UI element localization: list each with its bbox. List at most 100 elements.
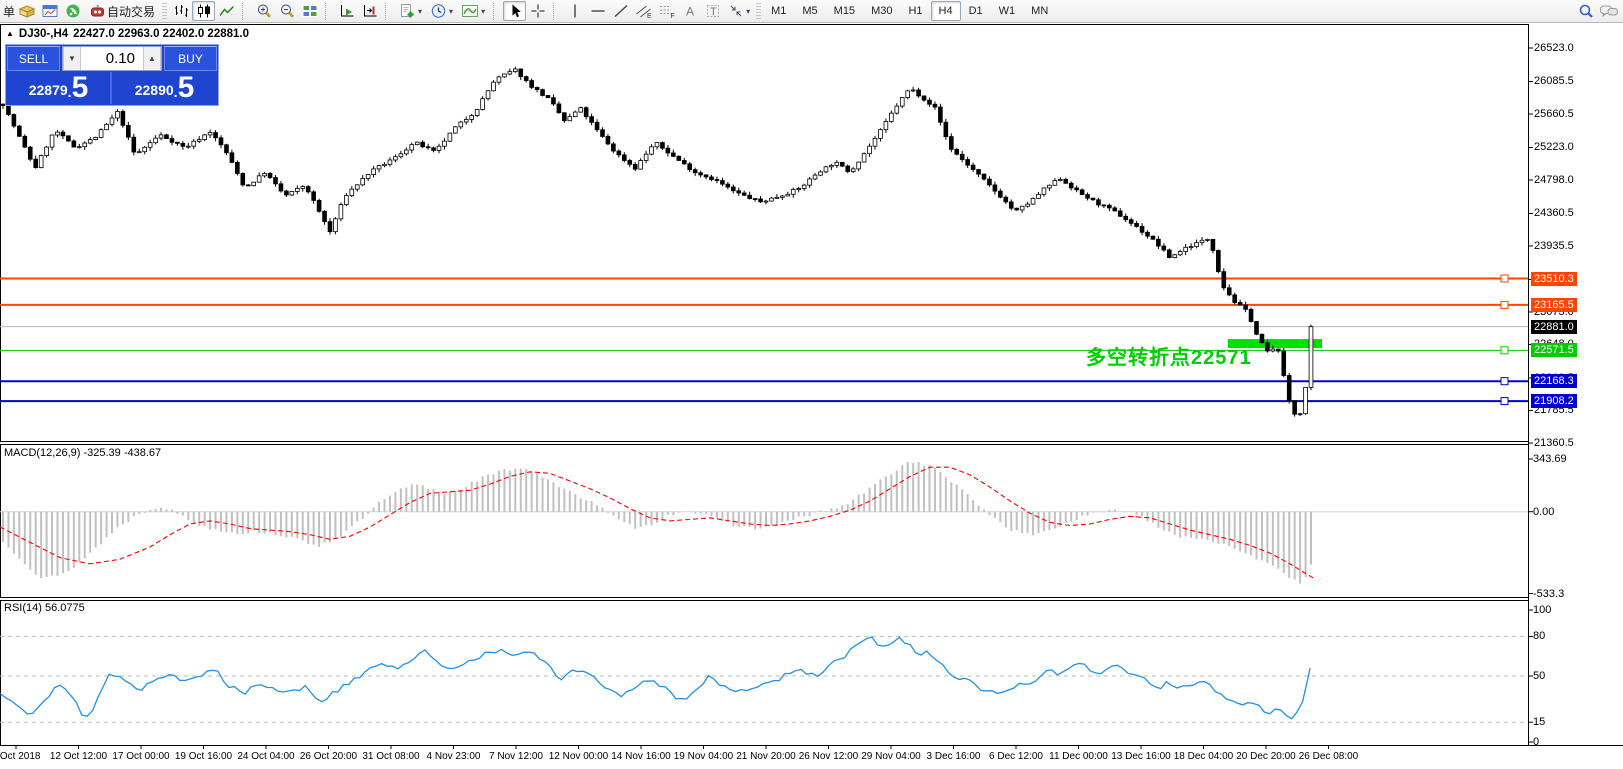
order-book-icon: [18, 5, 35, 18]
indicators-button[interactable]: ▾: [457, 1, 489, 21]
chart-shift-button[interactable]: [358, 1, 381, 21]
rsi-label: RSI(14) 56.0775: [4, 602, 85, 614]
chart-shift-icon: [363, 5, 377, 17]
dropdown-caret: ▾: [746, 6, 751, 16]
chart-window-title: ▲ DJ30-,H4 22427.0 22963.0 22402.0 22881…: [6, 28, 249, 40]
timeframe-m5[interactable]: M5: [794, 1, 825, 21]
fibonacci-button[interactable]: F: [655, 1, 678, 21]
auto-scroll-button[interactable]: [335, 1, 358, 21]
timeframe-m30[interactable]: M30: [863, 1, 900, 21]
volume-decrease-button[interactable]: ▼: [63, 47, 81, 70]
chart-window-icon: [42, 5, 58, 17]
horizontal-line-icon: [591, 10, 605, 12]
toolbar-grip: [162, 3, 168, 19]
new-order-icon: [401, 4, 414, 18]
crosshair-icon: [531, 4, 545, 18]
timeframe-h1[interactable]: H1: [900, 1, 930, 21]
ohlc-values: 22427.0 22963.0 22402.0 22881.0: [73, 28, 250, 40]
crosshair-button[interactable]: [526, 1, 549, 21]
menu-partial-label[interactable]: 单: [3, 3, 15, 20]
toolbar-separator: [553, 2, 560, 20]
chat-button[interactable]: [1597, 1, 1620, 21]
toolbar-grip: [756, 3, 762, 19]
svg-text:F: F: [670, 13, 674, 19]
toolbar-separator: [493, 2, 500, 20]
equidistant-channel-button[interactable]: E: [632, 1, 655, 21]
text-button[interactable]: A: [678, 1, 701, 21]
toolbar-separator: [385, 2, 392, 20]
text-label-icon: T: [706, 5, 719, 18]
dropdown-caret: ▾: [449, 6, 454, 16]
timeframe-d1[interactable]: D1: [961, 1, 991, 21]
main-toolbar: 单 自动交易 ▾ ▾ ▾ E F A T ▾ M1 M5 M15 M30 H1 …: [0, 0, 1623, 23]
volume-input[interactable]: 0.10: [81, 47, 143, 70]
zoom-out-icon: [280, 4, 294, 18]
candlestick-icon: [197, 4, 210, 18]
text-icon: A: [686, 5, 694, 19]
buy-price[interactable]: 22890 . 5: [112, 72, 217, 104]
pivot-annotation[interactable]: 多空转折点22571: [1086, 341, 1252, 370]
signals-button[interactable]: [61, 1, 84, 21]
sell-price[interactable]: 22879 . 5: [7, 72, 112, 104]
text-label-button[interactable]: T: [701, 1, 724, 21]
collapse-panel-arrow[interactable]: ▲: [6, 29, 14, 38]
hline-marker[interactable]: [1500, 377, 1509, 386]
timeframe-toolbar: M1 M5 M15 M30 H1 H4 D1 W1 MN: [763, 1, 1056, 21]
clock-icon: [431, 4, 446, 18]
period-button[interactable]: ▾: [426, 1, 457, 21]
timeframe-m1[interactable]: M1: [763, 1, 794, 21]
hline-marker[interactable]: [1500, 397, 1509, 406]
arrows-button[interactable]: ▾: [724, 1, 754, 21]
tile-windows-button[interactable]: [298, 1, 321, 21]
timeframe-w1[interactable]: W1: [991, 1, 1024, 21]
macd-label: MACD(12,26,9) -325.39 -438.67: [4, 447, 162, 459]
sell-button[interactable]: SELL: [7, 46, 60, 71]
vertical-line-button[interactable]: [563, 1, 586, 21]
cursor-button[interactable]: [503, 1, 527, 21]
buy-button[interactable]: BUY: [164, 46, 217, 71]
candlestick-chart-button[interactable]: [192, 1, 216, 21]
hline-marker[interactable]: [1500, 346, 1509, 355]
trendline-button[interactable]: [609, 1, 632, 21]
vertical-line-icon: [573, 4, 576, 18]
one-click-trading-panel: SELL ▼ 0.10 ▲ BUY 22879 . 5 22890 . 5: [5, 44, 219, 106]
zoom-out-button[interactable]: [275, 1, 298, 21]
line-chart-button[interactable]: [215, 1, 238, 21]
toolbar-separator: [325, 2, 332, 20]
buy-price-big-digit: 5: [177, 71, 195, 104]
search-button[interactable]: [1574, 1, 1597, 21]
timeframe-h4[interactable]: H4: [930, 1, 961, 21]
svg-text:T: T: [710, 6, 717, 18]
chart-area[interactable]: [0, 0, 1623, 769]
rsi-line: [0, 636, 1311, 720]
bar-chart-button[interactable]: [169, 1, 192, 21]
horizontal-line-button[interactable]: [586, 1, 609, 21]
market-watch-button[interactable]: [38, 1, 61, 21]
volume-increase-button[interactable]: ▲: [143, 47, 161, 70]
toolbar-separator: [242, 2, 249, 20]
channel-icon: E: [635, 5, 652, 19]
tile-windows-icon: [302, 5, 318, 17]
auto-scroll-icon: [340, 5, 354, 17]
macd-signal-line: [0, 466, 1316, 580]
hline-marker[interactable]: [1500, 300, 1509, 309]
timeframe-m15[interactable]: M15: [826, 1, 863, 21]
auto-trading-button[interactable]: 自动交易: [84, 1, 160, 21]
new-order-button[interactable]: ▾: [395, 1, 426, 21]
signal-icon: [66, 4, 80, 18]
symbol-period-label: DJ30-,H4: [18, 28, 69, 40]
chat-icon: [1599, 5, 1618, 17]
auto-trading-label: 自动交易: [107, 4, 156, 19]
new-order-book-button[interactable]: [15, 1, 38, 21]
indicators-icon: [462, 5, 479, 17]
trendline-icon: [614, 4, 628, 18]
svg-text:A: A: [686, 5, 694, 19]
timeframe-mn[interactable]: MN: [1023, 1, 1056, 21]
buy-price-main: 22890: [134, 82, 174, 98]
auto-trading-icon: [91, 5, 105, 17]
ohlc-bars-icon: [174, 5, 188, 17]
sell-price-main: 22879: [28, 82, 68, 98]
hline-marker[interactable]: [1500, 274, 1509, 283]
zoom-in-button[interactable]: [252, 1, 275, 21]
zoom-in-icon: [257, 4, 271, 18]
